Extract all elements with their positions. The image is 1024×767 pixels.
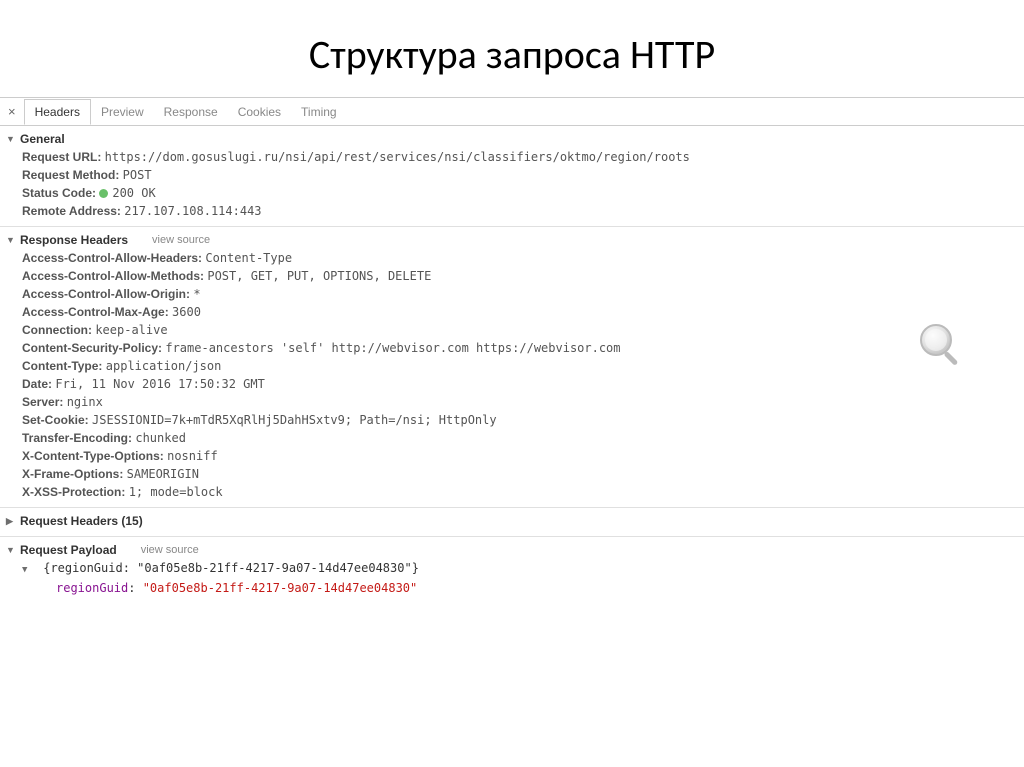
header-row: Access-Control-Allow-Origin: * [22, 285, 1024, 303]
tab-response[interactable]: Response [154, 100, 228, 124]
payload-key: regionGuid [56, 581, 128, 595]
header-row: Set-Cookie: JSESSIONID=7k+mTdR5XqRlHj5Da… [22, 411, 1024, 429]
header-row: Content-Security-Policy: frame-ancestors… [22, 339, 1024, 357]
status-dot-icon [99, 189, 108, 198]
header-value: 3600 [172, 305, 201, 319]
header-key: Content-Security-Policy: [22, 341, 165, 355]
section-response-headers: ▼ Response Headers view source Access-Co… [0, 227, 1024, 508]
header-value: https://dom.gosuslugi.ru/nsi/api/rest/se… [105, 150, 690, 164]
header-key: Request Method: [22, 168, 123, 182]
header-key: Access-Control-Allow-Origin: [22, 287, 193, 301]
header-value: 217.107.108.114:443 [124, 204, 261, 218]
chevron-down-icon: ▼ [6, 545, 16, 555]
section-header-response-headers[interactable]: ▼ Response Headers view source [0, 229, 1024, 249]
section-title-response-headers: Response Headers [20, 233, 128, 247]
header-row: Connection: keep-alive [22, 321, 1024, 339]
page-title: Структура запроса HTTP [0, 0, 1024, 97]
header-key: Access-Control-Allow-Headers: [22, 251, 205, 265]
chevron-down-icon: ▼ [6, 235, 16, 245]
header-key: Access-Control-Max-Age: [22, 305, 172, 319]
header-value: POST, GET, PUT, OPTIONS, DELETE [207, 269, 431, 283]
section-title-request-headers: Request Headers (15) [20, 514, 143, 528]
close-icon[interactable]: × [4, 104, 24, 119]
chevron-down-icon: ▼ [6, 134, 16, 144]
section-title-general: General [20, 132, 65, 146]
header-value: POST [123, 168, 152, 182]
view-source-link[interactable]: view source [152, 234, 210, 246]
header-key: Content-Type: [22, 359, 106, 373]
section-request-payload: ▼ Request Payload view source ▼ {regionG… [0, 537, 1024, 603]
header-value: 1; mode=block [129, 485, 223, 499]
header-value: keep-alive [95, 323, 167, 337]
section-title-request-payload: Request Payload [20, 543, 117, 557]
header-row: Content-Type: application/json [22, 357, 1024, 375]
header-key: Request URL: [22, 150, 105, 164]
header-row: X-XSS-Protection: 1; mode=block [22, 483, 1024, 501]
header-row: Access-Control-Max-Age: 3600 [22, 303, 1024, 321]
payload-preview-line[interactable]: ▼ {regionGuid: "0af05e8b-21ff-4217-9a07-… [22, 559, 1024, 579]
header-key: Connection: [22, 323, 95, 337]
payload-property: regionGuid: "0af05e8b-21ff-4217-9a07-14d… [22, 579, 1024, 597]
header-key: Set-Cookie: [22, 413, 92, 427]
header-row: X-Content-Type-Options: nosniff [22, 447, 1024, 465]
header-row: Access-Control-Allow-Headers: Content-Ty… [22, 249, 1024, 267]
header-key: Status Code: [22, 186, 99, 200]
header-row: X-Frame-Options: SAMEORIGIN [22, 465, 1024, 483]
header-value: JSESSIONID=7k+mTdR5XqRlHj5DahHSxtv9; Pat… [92, 413, 497, 427]
header-value: SAMEORIGIN [127, 467, 199, 481]
header-row: Status Code: 200 OK [22, 184, 1024, 202]
chevron-down-icon: ▼ [22, 562, 32, 578]
response-headers-list: Access-Control-Allow-Headers: Content-Ty… [0, 249, 1024, 501]
header-value: 200 OK [112, 186, 155, 200]
view-source-link[interactable]: view source [141, 544, 199, 556]
payload-object-preview: {regionGuid: "0af05e8b-21ff-4217-9a07-14… [43, 561, 419, 575]
section-header-request-headers[interactable]: ▶ Request Headers (15) [0, 510, 1024, 530]
header-value: nosniff [167, 449, 218, 463]
header-value: chunked [135, 431, 186, 445]
tab-row: × Headers Preview Response Cookies Timin… [0, 98, 1024, 126]
header-row: Request Method: POST [22, 166, 1024, 184]
header-key: Access-Control-Allow-Methods: [22, 269, 207, 283]
header-key: Date: [22, 377, 55, 391]
section-general: ▼ General Request URL: https://dom.gosus… [0, 126, 1024, 227]
header-key: Transfer-Encoding: [22, 431, 135, 445]
devtools-panel: × Headers Preview Response Cookies Timin… [0, 97, 1024, 603]
section-request-headers: ▶ Request Headers (15) [0, 508, 1024, 537]
header-value: Fri, 11 Nov 2016 17:50:32 GMT [55, 377, 265, 391]
tab-preview[interactable]: Preview [91, 100, 154, 124]
payload-colon: : [128, 581, 142, 595]
header-value: * [193, 287, 200, 301]
header-key: X-Content-Type-Options: [22, 449, 167, 463]
general-list: Request URL: https://dom.gosuslugi.ru/ns… [0, 148, 1024, 220]
payload-value: "0af05e8b-21ff-4217-9a07-14d47ee04830" [143, 581, 418, 595]
header-value: frame-ancestors 'self' http://webvisor.c… [165, 341, 620, 355]
header-row: Date: Fri, 11 Nov 2016 17:50:32 GMT [22, 375, 1024, 393]
tab-timing[interactable]: Timing [291, 100, 347, 124]
header-row: Remote Address: 217.107.108.114:443 [22, 202, 1024, 220]
header-key: Remote Address: [22, 204, 124, 218]
tab-cookies[interactable]: Cookies [228, 100, 291, 124]
payload-body: ▼ {regionGuid: "0af05e8b-21ff-4217-9a07-… [0, 559, 1024, 597]
chevron-right-icon: ▶ [6, 516, 16, 527]
header-row: Transfer-Encoding: chunked [22, 429, 1024, 447]
header-value: nginx [67, 395, 103, 409]
section-header-request-payload[interactable]: ▼ Request Payload view source [0, 539, 1024, 559]
header-value: Content-Type [205, 251, 292, 265]
section-header-general[interactable]: ▼ General [0, 128, 1024, 148]
header-key: X-Frame-Options: [22, 467, 127, 481]
header-row: Access-Control-Allow-Methods: POST, GET,… [22, 267, 1024, 285]
header-row: Server: nginx [22, 393, 1024, 411]
header-value: application/json [106, 359, 222, 373]
header-row: Request URL: https://dom.gosuslugi.ru/ns… [22, 148, 1024, 166]
header-key: X-XSS-Protection: [22, 485, 129, 499]
tab-headers[interactable]: Headers [24, 99, 91, 125]
header-key: Server: [22, 395, 67, 409]
